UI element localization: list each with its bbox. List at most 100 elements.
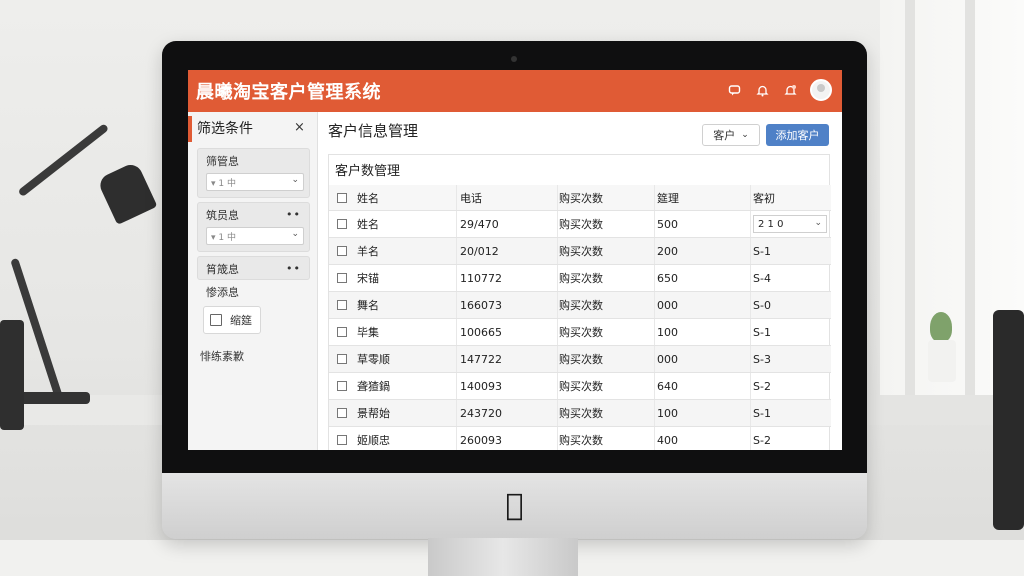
row-checkbox[interactable] [337,381,347,391]
column-header-purchases[interactable]: 购买次数 [559,185,655,210]
cell-phone: 243720 [460,400,558,426]
cell-phone: 29/470 [460,211,558,237]
column-header-tag[interactable]: 客初 [753,185,829,210]
row-checkbox[interactable] [337,408,347,418]
message-icon[interactable] [726,82,742,98]
filter-group: 筛管息 ▾ 1 中 ⌄ [197,148,310,198]
add-customer-button[interactable]: 添加客户 [766,124,829,146]
table-row[interactable]: 羊名 20/012 购买次数 200 S-1 [329,238,831,265]
cell-tag: S-0 [753,298,771,312]
monitor-stand [428,538,578,576]
table-row[interactable]: 毕集 100665 购买次数 100 S-1 [329,319,831,346]
filter-checkbox[interactable]: 缩筵 [203,306,261,334]
cell-name: 姬顺忠 [357,427,457,450]
table-row[interactable]: 草零顺 147722 购买次数 000 S-3 [329,346,831,373]
cell-name: 姓名 [357,211,457,237]
filter-label: 筛管息 [206,155,239,168]
cell-amount: 640 [657,373,751,399]
camera-icon [511,56,517,62]
table-row[interactable]: 舞名 166073 购买次数 000 S-0 [329,292,831,319]
cell-purchases: 购买次数 [559,319,655,345]
cell-tag: S-1 [753,244,771,258]
alert-bell-icon[interactable] [782,82,798,98]
cell-name: 舞名 [357,292,457,318]
window-frame [965,0,975,400]
apple-logo-icon:  [505,491,523,521]
row-checkbox[interactable] [337,246,347,256]
cell-phone: 260093 [460,427,558,450]
checkbox[interactable] [210,314,222,326]
plant [930,312,952,342]
more-icon[interactable]: •• [286,208,301,221]
cell-phone: 140093 [460,373,558,399]
table-row[interactable]: 宋锚 110772 购买次数 650 S-4 [329,265,831,292]
filter-label: 惨添息 [206,286,239,299]
checkbox-label: 缩筵 [230,314,252,327]
column-header-name[interactable]: 姓名 [357,185,457,210]
cell-purchases: 购买次数 [559,400,655,426]
tag-select-value: 2 1 0 [758,218,784,230]
filter-footer-label: 悱练素歉 [200,350,244,363]
cell-amount: 100 [657,400,751,426]
sidebar-accent [188,116,192,142]
cell-tag: S-4 [753,271,771,285]
header-icons [726,79,832,101]
cell-name: 景帮始 [357,400,457,426]
column-header-phone[interactable]: 电话 [460,185,558,210]
dropdown-label: 客户 [713,129,736,142]
sidebar-title: 筛选条件 [197,121,253,137]
cell-tag: S-1 [753,325,771,339]
cell-phone: 147722 [460,346,558,372]
table-row[interactable]: 景帮始 243720 购买次数 100 S-1 [329,400,831,427]
table-row[interactable]: 聋猹鍋 140093 购买次数 640 S-2 [329,373,831,400]
cell-purchases: 购买次数 [559,346,655,372]
cell-amount: 200 [657,238,751,264]
cell-purchases: 购买次数 [559,265,655,291]
page-title: 客户信息管理 [328,122,419,140]
cell-amount: 000 [657,346,751,372]
row-checkbox[interactable] [337,219,347,229]
filter-group: 筑员息 •• ▾ 1 中 ⌄ [197,202,310,252]
filter-label: 筲筬息 [206,263,239,276]
table-header-row: 姓名 电话 购买次数 筵理 客初 [329,185,831,211]
filter-select[interactable]: ▾ 1 中 ⌄ [206,173,304,191]
select-all-checkbox[interactable] [337,192,347,203]
filter-sidebar: 筛选条件 × 筛管息 ▾ 1 中 ⌄ 筑员息 •• ▾ 1 中 ⌄ 筲筬息 ••… [188,112,318,450]
cell-phone: 110772 [460,265,558,291]
cell-phone: 20/012 [460,238,558,264]
customer-table: 姓名 电话 购买次数 筵理 客初 姓名 29/470 购买次数 500 2 1 … [329,185,831,450]
cell-amount: 100 [657,319,751,345]
row-checkbox[interactable] [337,327,347,337]
chevron-down-icon: ⌄ [291,175,299,185]
table-row[interactable]: 姬顺忠 260093 购买次数 400 S-2 [329,427,831,450]
plant-pot [928,340,956,382]
cell-phone: 166073 [460,292,558,318]
cell-purchases: 购买次数 [559,427,655,450]
filter-group[interactable]: 筲筬息 •• [197,256,310,280]
row-checkbox[interactable] [337,354,347,364]
more-icon[interactable]: •• [286,262,301,275]
customer-dropdown[interactable]: 客户 ⌄ [702,124,760,146]
cell-phone: 100665 [460,319,558,345]
cell-purchases: 购买次数 [559,373,655,399]
chair [0,320,24,430]
table-row[interactable]: 姓名 29/470 购买次数 500 2 1 0 ⌄ [329,211,831,238]
avatar[interactable] [810,79,832,101]
close-icon[interactable]: × [294,120,305,135]
lamp-head [96,161,158,225]
cell-name: 宋锚 [357,265,457,291]
cell-amount: 500 [657,211,751,237]
cell-tag: S-3 [753,352,771,366]
row-checkbox[interactable] [337,273,347,283]
cell-amount: 400 [657,427,751,450]
row-checkbox[interactable] [337,300,347,310]
cell-tag: S-1 [753,406,771,420]
screen: 晨曦淘宝客户管理系统 筛选条件 × 筛管息 ▾ 1 中 ⌄ 筑员息 •• ▾ 1… [188,70,842,450]
column-header-amount[interactable]: 筵理 [657,185,751,210]
filter-select[interactable]: ▾ 1 中 ⌄ [206,227,304,245]
tag-select[interactable]: 2 1 0 ⌄ [753,215,827,233]
lamp-arm [17,123,110,198]
chevron-down-icon: ⌄ [814,218,822,228]
bell-icon[interactable] [754,82,770,98]
row-checkbox[interactable] [337,435,347,445]
